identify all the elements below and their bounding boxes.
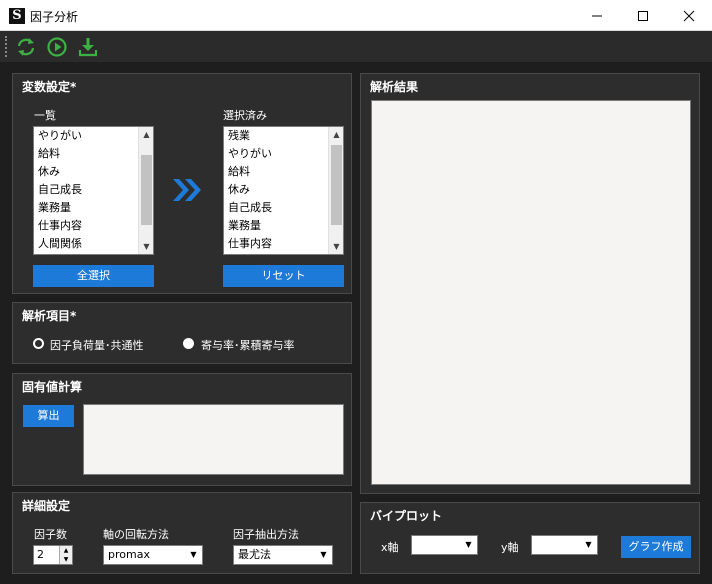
- refresh-icon: [17, 38, 35, 56]
- results-output[interactable]: [371, 100, 691, 485]
- extraction-value: 最尤法: [238, 548, 271, 561]
- rotation-select[interactable]: promax ▼: [103, 545, 203, 565]
- calculate-button[interactable]: 算出: [23, 405, 74, 427]
- download-icon: [78, 38, 98, 57]
- maximize-button[interactable]: [620, 0, 666, 31]
- minimize-icon: [592, 15, 602, 17]
- list-item[interactable]: 休み: [224, 181, 343, 199]
- list-item[interactable]: 業務量: [34, 199, 153, 217]
- stepper-buttons[interactable]: ▲ ▼: [59, 546, 72, 564]
- chevron-down-icon[interactable]: ▼: [186, 547, 201, 563]
- selected-label: 選択済み: [223, 109, 267, 122]
- reset-button[interactable]: リセット: [223, 265, 344, 287]
- rotation-label: 軸の回転方法: [103, 528, 169, 541]
- radio-contribution-rate[interactable]: [183, 338, 194, 349]
- biplot-panel: バイプロット x軸 ▼ y軸 ▼ グラフ作成: [360, 502, 700, 574]
- y-axis-select[interactable]: ▼: [531, 535, 598, 555]
- extraction-select[interactable]: 最尤法 ▼: [233, 545, 333, 565]
- radio-factor-loading-label: 因子負荷量･共通性: [50, 339, 144, 352]
- list-item[interactable]: 業務量: [224, 217, 343, 235]
- stepper-up-icon[interactable]: ▲: [60, 546, 72, 555]
- close-icon: [683, 10, 695, 22]
- toolbar-grip[interactable]: [5, 36, 7, 57]
- rotation-value: promax: [108, 548, 150, 561]
- run-button[interactable]: [46, 36, 68, 58]
- factor-count-label: 因子数: [34, 528, 67, 541]
- list-item[interactable]: 残業: [224, 127, 343, 145]
- stepper-down-icon[interactable]: ▼: [60, 555, 72, 564]
- list-item[interactable]: 仕事内容: [224, 235, 343, 253]
- scroll-down-icon[interactable]: ▼: [329, 239, 343, 254]
- list-item[interactable]: 自己成長: [34, 181, 153, 199]
- download-button[interactable]: [77, 36, 99, 58]
- list-item[interactable]: やりがい: [34, 127, 153, 145]
- toolbar: [0, 31, 712, 62]
- eigenvalue-output[interactable]: [83, 404, 344, 475]
- list-item[interactable]: 給料: [34, 145, 153, 163]
- factor-count-value: 2: [37, 548, 44, 561]
- results-panel: 解析結果: [360, 73, 700, 494]
- title-bar: S 因子分析: [0, 0, 712, 31]
- list-item[interactable]: 休み: [34, 163, 153, 181]
- scroll-up-icon[interactable]: ▲: [329, 127, 343, 142]
- double-chevron-right-icon[interactable]: [173, 177, 203, 203]
- biplot-title: バイプロット: [370, 509, 443, 523]
- scroll-thumb[interactable]: [331, 145, 342, 225]
- x-axis-select[interactable]: ▼: [411, 535, 478, 555]
- detail-settings-panel: 詳細設定 因子数 2 ▲ ▼ 軸の回転方法 promax ▼ 因子抽出方法 最尤…: [12, 492, 352, 574]
- refresh-button[interactable]: [15, 36, 37, 58]
- variables-panel: 変数設定* 一覧 やりがい 給料 休み 自己成長 業務量 仕事内容 人間関係 ▲…: [12, 73, 352, 294]
- available-variables-list[interactable]: やりがい 給料 休み 自己成長 業務量 仕事内容 人間関係 ▲ ▼: [33, 126, 154, 255]
- variables-panel-title: 変数設定*: [22, 80, 77, 94]
- analysis-items-title: 解析項目*: [22, 309, 77, 323]
- list-item[interactable]: やりがい: [224, 145, 343, 163]
- radio-factor-loading[interactable]: [33, 338, 44, 349]
- detail-settings-title: 詳細設定: [22, 499, 71, 513]
- eigenvalue-panel: 固有値計算 算出: [12, 373, 352, 486]
- select-all-button[interactable]: 全選択: [33, 265, 154, 287]
- selected-variables-list[interactable]: 残業 やりがい 給料 休み 自己成長 業務量 仕事内容 ▲ ▼: [223, 126, 344, 255]
- list-item[interactable]: 自己成長: [224, 199, 343, 217]
- extraction-label: 因子抽出方法: [233, 528, 299, 541]
- list-item[interactable]: 給料: [224, 163, 343, 181]
- list-label: 一覧: [34, 109, 56, 122]
- chevron-down-icon[interactable]: ▼: [316, 547, 331, 563]
- chevron-down-icon[interactable]: ▼: [461, 537, 476, 553]
- close-button[interactable]: [666, 0, 712, 31]
- list-scrollbar[interactable]: ▲ ▼: [328, 127, 343, 254]
- list-item[interactable]: 人間関係: [34, 235, 153, 253]
- scroll-down-icon[interactable]: ▼: [139, 239, 153, 254]
- factor-count-stepper[interactable]: 2 ▲ ▼: [33, 545, 73, 565]
- window-title: 因子分析: [30, 10, 79, 24]
- list-scrollbar[interactable]: ▲ ▼: [138, 127, 153, 254]
- app-icon: S: [9, 8, 25, 24]
- eigenvalue-title: 固有値計算: [22, 380, 83, 394]
- y-axis-label: y軸: [501, 541, 519, 554]
- play-circle-icon: [47, 37, 67, 57]
- create-graph-button[interactable]: グラフ作成: [621, 536, 691, 558]
- results-title: 解析結果: [370, 80, 419, 94]
- minimize-button[interactable]: [574, 0, 620, 31]
- radio-contribution-rate-label: 寄与率･累積寄与率: [201, 339, 295, 352]
- analysis-items-panel: 解析項目* 因子負荷量･共通性 寄与率･累積寄与率: [12, 302, 352, 364]
- list-item[interactable]: 仕事内容: [34, 217, 153, 235]
- scroll-thumb[interactable]: [141, 155, 152, 225]
- scroll-up-icon[interactable]: ▲: [139, 127, 153, 142]
- chevron-down-icon[interactable]: ▼: [581, 537, 596, 553]
- maximize-icon: [638, 11, 648, 21]
- x-axis-label: x軸: [381, 541, 399, 554]
